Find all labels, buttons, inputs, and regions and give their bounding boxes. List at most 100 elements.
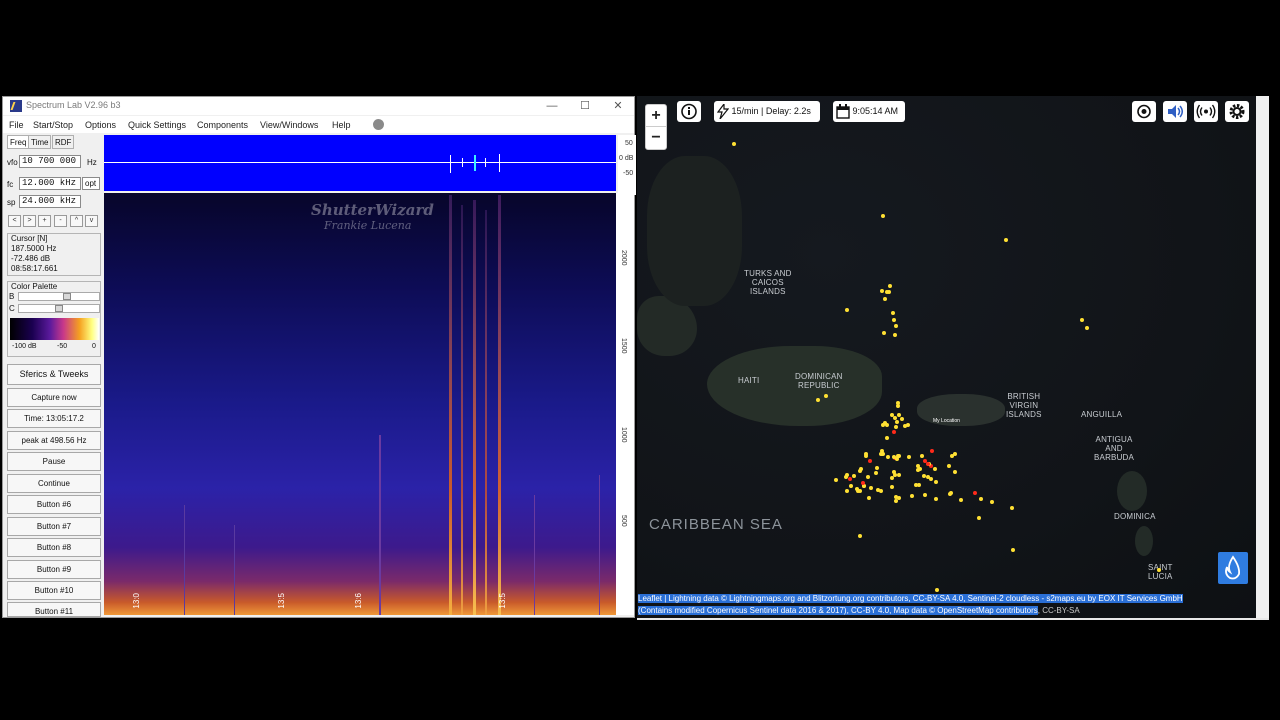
menu-view-windows[interactable]: View/Windows [260,120,318,130]
attribution-line-1[interactable]: Leaflet | Lightning data © Lightningmaps… [638,594,1183,603]
tab-freq[interactable]: Freq [7,135,30,149]
fc-options-button[interactable]: opt [82,177,100,190]
zoom-out-button[interactable]: − [646,127,666,149]
lightning-strike-marker [925,462,930,467]
waterfall-streak [473,200,476,615]
button-7[interactable]: Button #7 [7,517,101,536]
lightning-strike-marker [926,474,931,479]
color-palette-panel: Color Palette B C -100 dB -50 0 [7,281,101,357]
lightning-strike-marker [878,489,883,494]
button-10[interactable]: Button #10 [7,581,101,600]
tab-time[interactable]: Time [28,135,52,149]
locate-button[interactable] [1132,101,1156,122]
brightness-slider-thumb[interactable] [63,293,71,300]
cursor-frequency: 187.5000 Hz [11,244,57,253]
lightning-strike-marker [920,453,925,458]
contrast-slider-thumb[interactable] [55,305,63,312]
capture-now-button[interactable]: Capture now [7,388,101,407]
waterfall-time-label: 13:0 [132,593,141,609]
nav-down-button[interactable]: v [85,215,98,227]
bahamas-land [647,156,742,306]
lightning-strike-marker [865,474,870,479]
button-9[interactable]: Button #9 [7,560,101,579]
fc-field[interactable]: 12.000 kHz [19,177,81,190]
nav-left-button[interactable]: < [8,215,21,227]
waterfall-scale-label: 1500 [620,338,627,354]
vfo-field[interactable]: 10 700 000 [19,155,81,168]
contrast-label: C [9,304,15,313]
menu-quick-settings[interactable]: Quick Settings [128,120,186,130]
menu-start-stop[interactable]: Start/Stop [33,120,73,130]
lightning-toggle-button[interactable] [1218,552,1248,584]
my-location-marker[interactable]: My Location [933,418,960,424]
maximize-button[interactable]: ☐ [568,97,602,115]
lightning-strike-marker [933,467,938,472]
continue-button[interactable]: Continue [7,474,101,493]
nav-right-button[interactable]: > [23,215,36,227]
waterfall-display[interactable]: ShutterWizard Frankie Lucena 13:0 13:5 1… [104,193,616,615]
zoom-control: + − [645,104,667,150]
fc-label: fc [7,180,14,189]
spectrum-trace [104,162,616,163]
info-button[interactable] [677,101,701,122]
cursor-level: -72.486 dB [11,254,51,263]
pause-button[interactable]: Pause [7,452,101,471]
waterfall-streak [184,505,185,615]
menu-options[interactable]: Options [85,120,116,130]
lightning-strike-marker [893,425,898,430]
lightning-strike-marker [1004,238,1008,242]
lightning-strike-marker [892,469,897,474]
button-11[interactable]: Button #11 [7,602,101,617]
minimize-button[interactable]: — [535,97,569,115]
lightning-strike-marker [863,454,868,459]
attribution-line-2[interactable]: (Contains modified Copernicus Sentinel d… [638,606,1038,615]
peak-button[interactable]: peak at 498.56 Hz [7,431,101,450]
zoom-in-button[interactable]: + [646,105,666,127]
settings-icon [1229,104,1245,120]
lightning-strike-marker [845,308,849,312]
menu-file[interactable]: File [9,120,24,130]
button-6[interactable]: Button #6 [7,495,101,514]
spectrum-peak [462,158,463,167]
settings-button[interactable] [1225,101,1249,122]
button-8[interactable]: Button #8 [7,538,101,557]
tab-rdf[interactable]: RDF [52,135,75,149]
menu-components[interactable]: Components [197,120,248,130]
map-horizontal-scrollbar[interactable] [637,618,1269,620]
close-button[interactable]: ✕ [601,97,635,115]
lightning-strike-marker [896,404,901,409]
spectrum-lab-window: Spectrum Lab V2.96 b3 — ☐ ✕ File Start/S… [2,96,636,618]
time-button[interactable]: Time: 13:05:17.2 [7,409,101,428]
lightning-strike-marker [930,448,935,453]
map-label-turks-caicos: TURKS AND CAICOS ISLANDS [744,269,792,296]
nav-up-button[interactable]: ^ [70,215,83,227]
zoom-in-button[interactable]: + [38,215,51,227]
lightning-strike-marker [1085,326,1089,330]
lightning-map[interactable]: TURKS AND CAICOS ISLANDS HAITI DOMINICAN… [637,96,1269,620]
title-bar[interactable]: Spectrum Lab V2.96 b3 — ☐ ✕ [3,97,634,115]
map-vertical-scrollbar[interactable] [1256,96,1269,620]
zoom-out-button[interactable]: - [54,215,67,227]
sferics-tweeks-button[interactable]: Sferics & Tweeks [7,364,101,385]
signal-button[interactable] [1194,101,1218,122]
lightning-strike-marker [881,214,885,218]
waterfall-scale-label: 2000 [620,250,627,266]
vfo-unit: Hz [87,158,97,167]
contrast-slider[interactable] [18,304,100,313]
calendar-icon [836,104,850,119]
spectrum-graph[interactable] [104,135,616,191]
cursor-title: Cursor [N] [11,234,48,243]
rate-delay-status: 15/min | Delay: 2.2s [714,101,820,122]
brightness-slider[interactable] [18,292,100,301]
sound-button[interactable] [1163,101,1187,122]
menu-help[interactable]: Help [332,120,351,130]
lightning-strike-marker [899,417,904,422]
lightning-strike-marker [1011,548,1015,552]
lightning-strike-marker [843,474,848,479]
spectrum-peak [499,154,500,172]
lightning-strike-marker [884,436,889,441]
sp-field[interactable]: 24.000 kHz [19,195,81,208]
lightning-strike-marker [816,398,820,402]
dominica-land [1135,526,1153,556]
lightning-strike-marker [869,486,874,491]
